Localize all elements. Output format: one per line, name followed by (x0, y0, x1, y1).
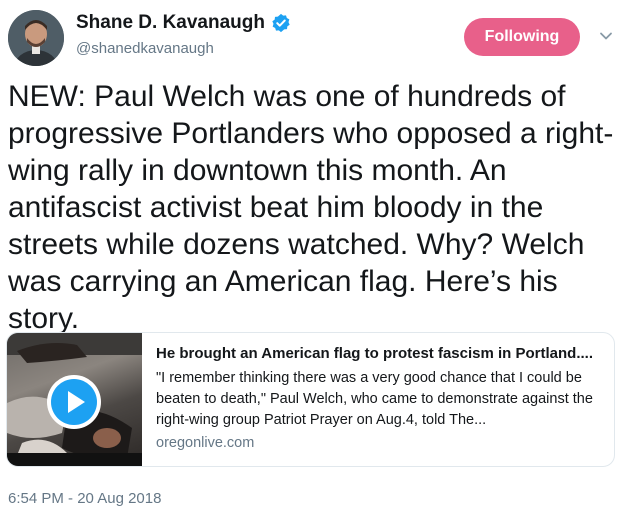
chevron-down-icon[interactable] (598, 28, 614, 44)
tweet-timestamp[interactable]: 6:54 PM - 20 Aug 2018 (8, 490, 161, 507)
play-icon[interactable] (45, 373, 103, 431)
link-card[interactable]: He brought an American flag to protest f… (6, 332, 615, 467)
author-name[interactable]: Shane D. Kavanaugh (76, 12, 265, 34)
card-thumbnail[interactable] (7, 333, 142, 466)
tweet-text: NEW: Paul Welch was one of hundreds of p… (8, 80, 614, 335)
card-title[interactable]: He brought an American flag to protest f… (156, 345, 604, 362)
avatar[interactable] (8, 10, 64, 66)
following-button[interactable]: Following (464, 18, 580, 56)
card-description: "I remember thinking there was a very go… (156, 370, 593, 428)
author-name-row: Shane D. Kavanaugh (76, 12, 291, 34)
verified-badge-icon (272, 13, 290, 33)
author-handle[interactable]: @shanedkavanaugh (76, 40, 214, 57)
card-domain: oregonlive.com (156, 435, 255, 451)
card-body: He brought an American flag to protest f… (142, 333, 614, 466)
